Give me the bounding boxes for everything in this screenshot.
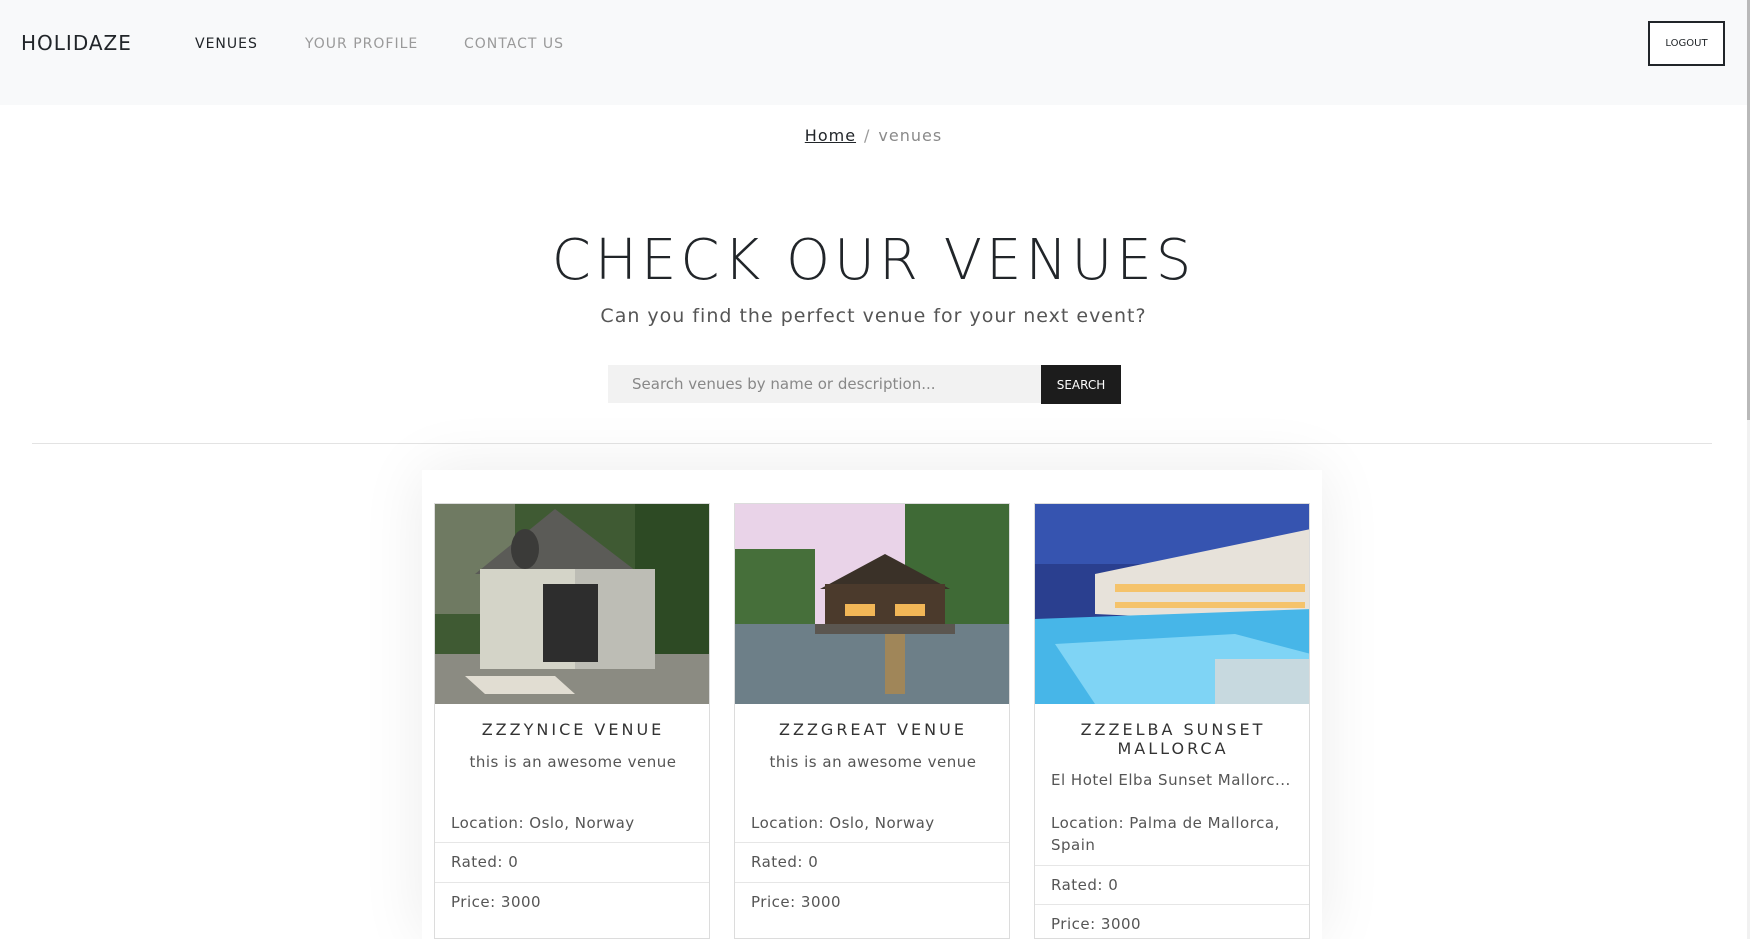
divider: [435, 842, 709, 843]
venue-price: Price: 3000: [451, 893, 542, 911]
brand-logo[interactable]: HOLIDAZE: [21, 31, 132, 55]
page-subtitle: Can you find the perfect venue for your …: [600, 305, 1147, 327]
search-button[interactable]: SEARCH: [1041, 365, 1121, 404]
venue-name: ZZZELBA SUNSET MALLORCA: [1080, 720, 1266, 758]
search-input[interactable]: [608, 365, 1041, 403]
divider: [435, 882, 709, 883]
page-title: CHECK OUR VENUES: [551, 228, 1196, 293]
venue-name: ZZZGREAT VENUE: [779, 720, 967, 739]
venue-description: this is an awesome venue: [469, 753, 677, 771]
breadcrumb-current: venues: [878, 126, 943, 145]
venue-image[interactable]: [435, 504, 709, 704]
breadcrumb-home-link[interactable]: Home: [805, 126, 856, 145]
venue-rating: Rated: 0: [1051, 876, 1119, 894]
venue-image[interactable]: [735, 504, 1009, 704]
logout-button[interactable]: LOGOUT: [1648, 21, 1725, 66]
section-divider: [32, 443, 1712, 444]
venue-description: this is an awesome venue: [769, 753, 977, 771]
breadcrumb-separator: /: [864, 126, 871, 145]
venue-location: Location: Oslo, Norway: [751, 814, 935, 832]
divider: [735, 842, 1009, 843]
nav-contact-us[interactable]: CONTACT US: [464, 36, 564, 52]
venue-rating: Rated: 0: [451, 853, 519, 871]
nav-venues[interactable]: VENUES: [195, 36, 258, 52]
venue-description: El Hotel Elba Sunset Mallorc...: [1051, 771, 1291, 789]
lake-house-photo: [735, 504, 1009, 704]
venue-location: Location: Oslo, Norway: [451, 814, 635, 832]
venue-rating: Rated: 0: [751, 853, 819, 871]
tiny-house-photo: [435, 504, 709, 704]
hotel-pool-photo: [1035, 504, 1309, 704]
venue-price: Price: 3000: [751, 893, 842, 911]
venue-location: Location: Palma de Mallorca, Spain: [1051, 814, 1280, 854]
venue-card[interactable]: ZZZYNICE VENUE this is an awesome venue …: [434, 503, 710, 939]
divider: [1035, 865, 1309, 866]
venue-card[interactable]: ZZZELBA SUNSET MALLORCA El Hotel Elba Su…: [1034, 503, 1310, 939]
navbar: HOLIDAZE VENUES YOUR PROFILE CONTACT US …: [0, 0, 1747, 105]
breadcrumb: Home / venues: [0, 126, 1747, 145]
venue-image[interactable]: [1035, 504, 1309, 704]
divider: [1035, 904, 1309, 905]
venue-name: ZZZYNICE VENUE: [481, 720, 665, 739]
venue-card[interactable]: ZZZGREAT VENUE this is an awesome venue …: [734, 503, 1010, 939]
venue-price: Price: 3000: [1051, 915, 1142, 933]
nav-your-profile[interactable]: YOUR PROFILE: [305, 36, 418, 52]
divider: [735, 882, 1009, 883]
